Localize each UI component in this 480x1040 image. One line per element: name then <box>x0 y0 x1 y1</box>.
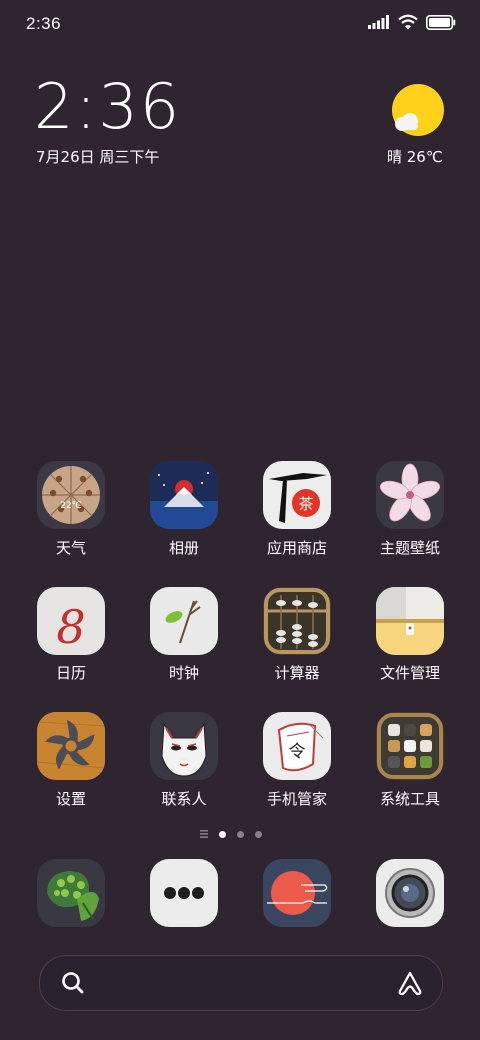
page-dot-1[interactable] <box>219 830 226 838</box>
app-label-tools[interactable]: 系统工具 <box>355 788 465 809</box>
page-dot-3[interactable] <box>255 830 262 838</box>
calendar-app-icon[interactable]: 8 <box>37 587 105 655</box>
phone-app-icon[interactable] <box>37 859 105 927</box>
file-manager-icon[interactable] <box>376 587 444 655</box>
app-label-calendar[interactable]: 日历 <box>16 662 126 683</box>
app-label-app-store[interactable]: 应用商店 <box>242 537 352 558</box>
app-list-icon[interactable] <box>200 830 208 838</box>
app-label-calculator[interactable]: 计算器 <box>242 662 352 683</box>
search-icon[interactable] <box>60 970 86 996</box>
browser-app-icon[interactable] <box>263 859 331 927</box>
themes-icon[interactable] <box>376 461 444 529</box>
status-icons <box>368 14 456 30</box>
clock-app-icon[interactable] <box>150 587 218 655</box>
app-label-gallery[interactable]: 相册 <box>129 537 239 558</box>
calendar-day-number: 8 <box>56 600 85 654</box>
app-label-themes[interactable]: 主题壁纸 <box>355 537 465 558</box>
clock-widget-date[interactable]: 7月26日 周三下午 <box>36 146 159 167</box>
app-store-icon-char: 茶 <box>298 495 313 513</box>
clock-widget-time[interactable]: 2:36 <box>34 76 181 138</box>
page-dot-2[interactable] <box>237 830 244 838</box>
settings-app-icon[interactable] <box>37 712 105 780</box>
signal-icon <box>368 15 389 29</box>
weather-app-icon[interactable]: 22℃ <box>37 461 105 529</box>
app-label-security[interactable]: 手机管家 <box>242 788 352 809</box>
gallery-app-icon[interactable] <box>150 461 218 529</box>
app-label-clock[interactable]: 时钟 <box>129 662 239 683</box>
app-label-file-manager[interactable]: 文件管理 <box>355 662 465 683</box>
app-label-settings[interactable]: 设置 <box>16 788 126 809</box>
security-app-icon[interactable]: 令 <box>263 712 331 780</box>
assistant-icon[interactable] <box>396 969 424 997</box>
search-bar[interactable] <box>39 955 443 1011</box>
app-label-weather[interactable]: 天气 <box>16 537 126 558</box>
tools-folder-icon[interactable] <box>376 712 444 780</box>
weather-condition-temp[interactable]: 晴 26℃ <box>387 146 443 167</box>
calculator-app-icon[interactable] <box>263 587 331 655</box>
app-label-contacts[interactable]: 联系人 <box>129 788 239 809</box>
weather-icon-temp: 22℃ <box>60 501 82 511</box>
app-store-icon[interactable]: 茶 <box>263 461 331 529</box>
status-time: 2:36 <box>26 14 62 33</box>
wifi-icon <box>398 14 418 30</box>
messages-app-icon[interactable] <box>150 859 218 927</box>
contacts-app-icon[interactable] <box>150 712 218 780</box>
battery-icon <box>426 14 456 30</box>
sunny-cloud-icon[interactable] <box>392 84 444 136</box>
page-indicator[interactable] <box>200 830 262 838</box>
security-icon-char: 令 <box>289 742 306 762</box>
camera-app-icon[interactable] <box>376 859 444 927</box>
